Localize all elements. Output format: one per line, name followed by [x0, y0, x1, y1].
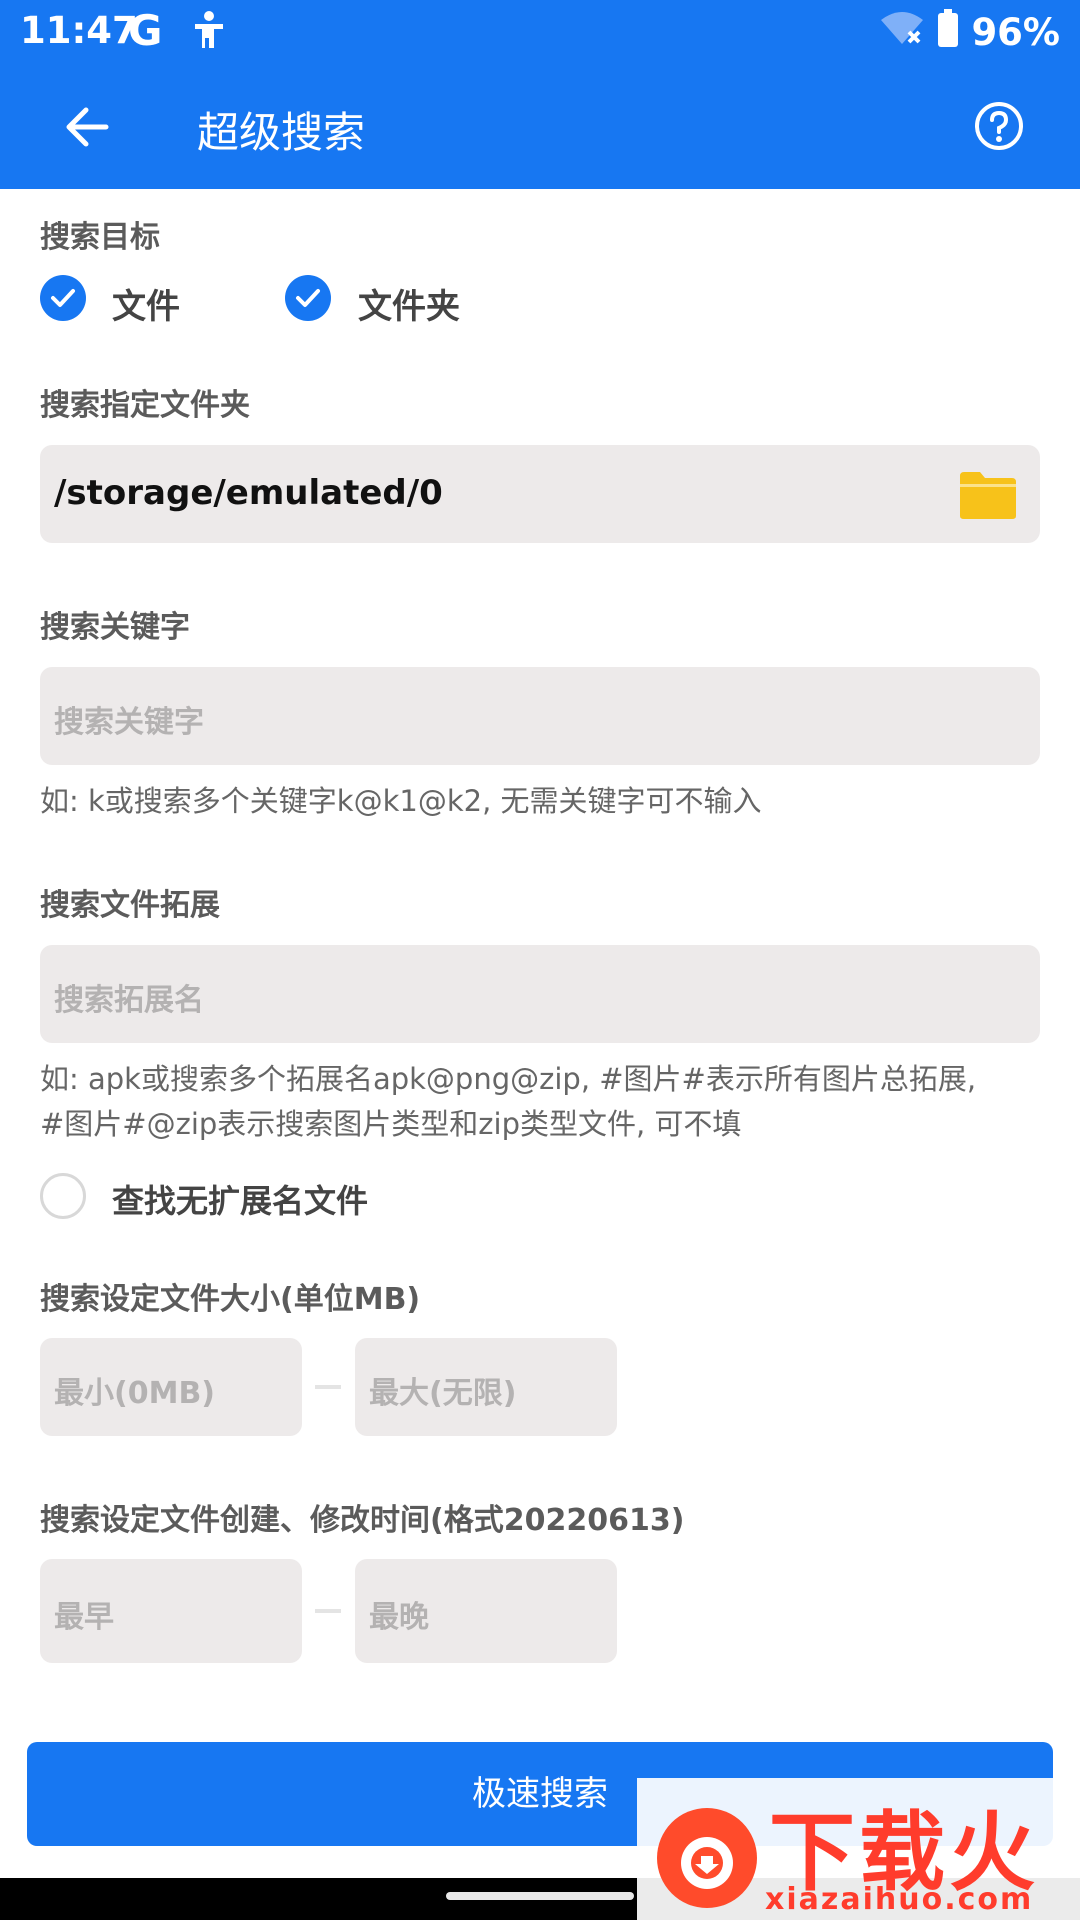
keyword-label: 搜索关键字	[40, 610, 190, 645]
status-time: 11:47	[20, 9, 138, 52]
watermark-logo: 下载火 xiazaihuo.com	[637, 1778, 1080, 1920]
extension-hint-line1: 如: apk或搜索多个拓展名apk@png@zip, #图片#表示所有图片总拓展…	[40, 1062, 977, 1096]
time-latest-placeholder: 最晚	[369, 1600, 429, 1635]
folder-path-value: /storage/emulated/0	[54, 473, 443, 513]
back-button[interactable]	[60, 99, 116, 155]
no-extension-radio[interactable]	[40, 1173, 86, 1219]
keyword-placeholder: 搜索关键字	[54, 705, 204, 740]
home-handle[interactable]	[446, 1892, 634, 1900]
target-label: 搜索目标	[40, 220, 160, 255]
battery-icon	[937, 9, 959, 56]
extension-hint-line2: #图片#@zip表示搜索图片类型和zip类型文件, 可不填	[40, 1107, 742, 1141]
size-min-placeholder: 最小(0MB)	[54, 1376, 216, 1411]
extension-placeholder: 搜索拓展名	[54, 983, 204, 1018]
folder-path-field[interactable]: /storage/emulated/0	[40, 445, 1040, 543]
accessibility-icon	[192, 10, 226, 54]
page-title: 超级搜索	[197, 108, 366, 157]
arrow-left-icon	[66, 107, 109, 147]
status-bar: 11:47 G 96%	[0, 0, 1080, 63]
keyword-input[interactable]: 搜索关键字	[40, 667, 1040, 765]
folder-icon[interactable]	[958, 470, 1018, 520]
file-checkbox[interactable]	[40, 275, 86, 321]
time-earliest-placeholder: 最早	[54, 1600, 114, 1635]
size-label: 搜索设定文件大小(单位MB)	[40, 1282, 421, 1317]
extension-input[interactable]: 搜索拓展名	[40, 945, 1040, 1043]
time-latest-input[interactable]: 最晚	[355, 1559, 617, 1663]
no-extension-label[interactable]: 查找无扩展名文件	[112, 1176, 368, 1222]
watermark-domain: xiazaihuo.com	[765, 1882, 1034, 1917]
google-icon: G	[128, 6, 163, 55]
keyword-hint: 如: k或搜索多个关键字k@k1@k2, 无需关键字可不输入	[40, 784, 762, 818]
battery-percent: 96%	[971, 11, 1060, 54]
folder-checkbox-label[interactable]: 文件夹	[358, 279, 460, 328]
check-icon	[296, 289, 320, 307]
size-max-placeholder: 最大(无限)	[369, 1376, 517, 1411]
size-range-separator	[315, 1385, 341, 1389]
help-circle-icon	[975, 102, 1023, 150]
folder-label: 搜索指定文件夹	[40, 388, 250, 423]
size-max-input[interactable]: 最大(无限)	[355, 1338, 617, 1436]
watermark-flame-icon	[657, 1808, 757, 1908]
wifi-icon	[879, 10, 925, 55]
check-icon	[51, 289, 75, 307]
time-earliest-input[interactable]: 最早	[40, 1559, 302, 1663]
time-label: 搜索设定文件创建、修改时间(格式20220613)	[40, 1503, 685, 1538]
app-bar: 超级搜索	[0, 63, 1080, 189]
time-range-separator	[315, 1609, 341, 1613]
size-min-input[interactable]: 最小(0MB)	[40, 1338, 302, 1436]
extension-label: 搜索文件拓展	[40, 888, 220, 923]
file-checkbox-label[interactable]: 文件	[112, 279, 180, 328]
help-button[interactable]	[974, 101, 1024, 151]
folder-checkbox[interactable]	[285, 275, 331, 321]
